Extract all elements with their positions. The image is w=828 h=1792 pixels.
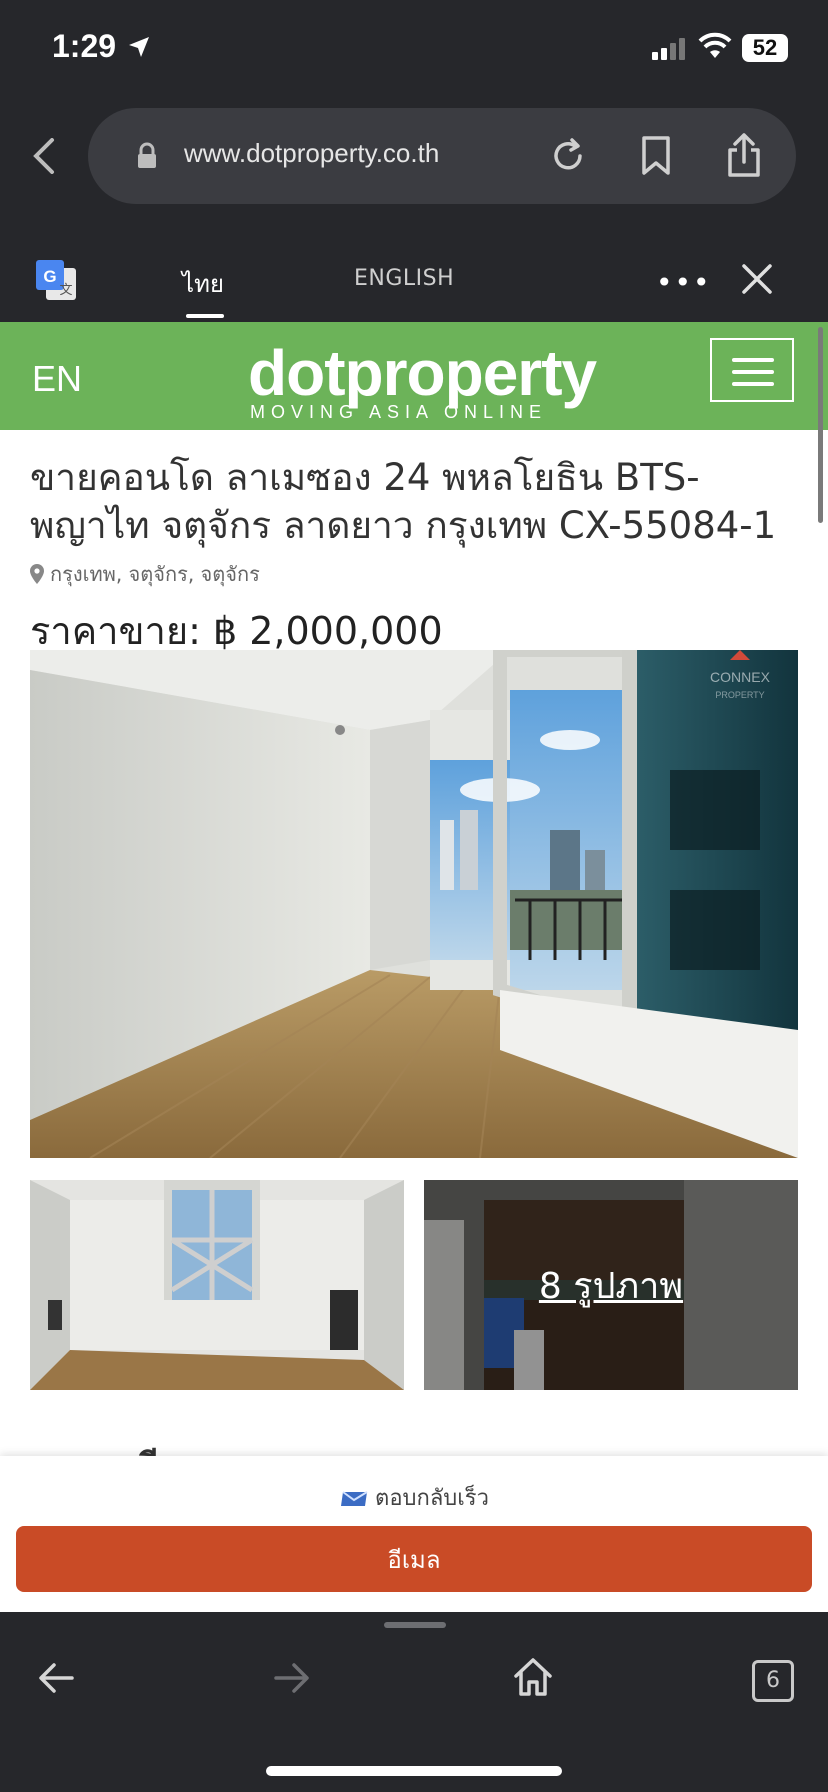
bookmark-button[interactable] [640, 136, 672, 180]
reload-button[interactable] [548, 136, 588, 180]
tab-english[interactable]: ENGLISH [354, 266, 454, 291]
cell-signal-icon [652, 38, 685, 60]
browser-bottom-toolbar [0, 1612, 828, 1792]
more-options-button[interactable]: ••• [656, 266, 712, 299]
hamburger-menu-button[interactable] [710, 338, 794, 402]
nav-back-button[interactable] [36, 1660, 76, 1700]
hamburger-icon [732, 358, 774, 362]
status-bar: 1:29 52 [0, 0, 828, 100]
contact-bar: ตอบกลับเร็ว อีเมล [0, 1456, 828, 1612]
web-page: EN dotproperty MOVING ASIA ONLINE ขายคอน… [0, 322, 828, 1612]
hamburger-icon-bar [732, 370, 774, 374]
photo-count-link[interactable]: 8 รูปภาพ [424, 1180, 798, 1390]
tabs-button[interactable]: 6 [752, 1660, 794, 1702]
home-indicator[interactable] [266, 1766, 562, 1776]
chevron-left-icon [33, 138, 54, 174]
price-value: ฿ 2,000,000 [212, 609, 443, 653]
listing-title: ขายคอนโด ลาเมซอง 24 พหลโยธิน BTS-พญาไท จ… [30, 456, 777, 547]
thumbnail-photo-1[interactable] [30, 1180, 404, 1390]
site-logo[interactable]: dotproperty [248, 336, 597, 410]
share-icon [728, 133, 760, 177]
tab-thai[interactable]: ไทย [182, 264, 224, 303]
thumbnail-photo-2[interactable]: 8 รูปภาพ [424, 1180, 798, 1390]
active-tab-indicator [186, 314, 224, 318]
room-photo-image: CONNEX PROPERTY [30, 650, 798, 1158]
svg-text:文: 文 [59, 283, 72, 298]
scroll-indicator [818, 327, 823, 523]
home-icon [514, 1658, 552, 1696]
url-text[interactable]: www.dotproperty.co.th [184, 138, 439, 169]
quick-reply-text: ตอบกลับเร็ว [375, 1486, 489, 1511]
location-text: กรุงเทพ, จตุจักร, จตุจักร [50, 562, 260, 586]
google-translate-icon[interactable]: G文 [34, 258, 78, 302]
envelope-icon [341, 1491, 368, 1506]
lock-icon [138, 142, 156, 168]
price-label: ราคาขาย: [30, 609, 201, 653]
wifi-icon [698, 32, 732, 58]
svg-text:G: G [43, 267, 56, 286]
map-pin-icon [30, 564, 44, 584]
hamburger-icon-bar [732, 382, 774, 386]
email-button[interactable]: อีเมล [16, 1526, 812, 1592]
arrow-right-icon [274, 1663, 309, 1693]
main-listing-photo[interactable]: CONNEX PROPERTY [30, 650, 798, 1158]
reload-icon [554, 138, 582, 170]
battery-indicator: 52 [742, 34, 788, 62]
share-button[interactable] [726, 132, 762, 182]
site-header: EN dotproperty MOVING ASIA ONLINE [0, 322, 828, 430]
svg-text:PROPERTY: PROPERTY [715, 690, 764, 700]
svg-text:CONNEX: CONNEX [710, 669, 771, 685]
toolbar-grabber[interactable] [384, 1622, 446, 1628]
close-icon [742, 264, 772, 294]
browser-back-button[interactable] [24, 130, 64, 182]
bookmark-icon [642, 136, 670, 175]
quick-reply-label: ตอบกลับเร็ว [0, 1480, 828, 1515]
status-time: 1:29 [52, 28, 117, 64]
language-switch[interactable]: EN [32, 358, 82, 400]
location-arrow-icon [129, 37, 149, 57]
listing-location: กรุงเทพ, จตุจักร, จตุจักร [30, 558, 260, 590]
room-photo-image [30, 1180, 404, 1390]
nav-forward-button[interactable] [272, 1660, 312, 1700]
close-translate-button[interactable] [740, 262, 774, 300]
nav-home-button[interactable] [512, 1656, 554, 1702]
arrow-left-icon [39, 1663, 74, 1693]
site-tagline: MOVING ASIA ONLINE [250, 402, 548, 422]
